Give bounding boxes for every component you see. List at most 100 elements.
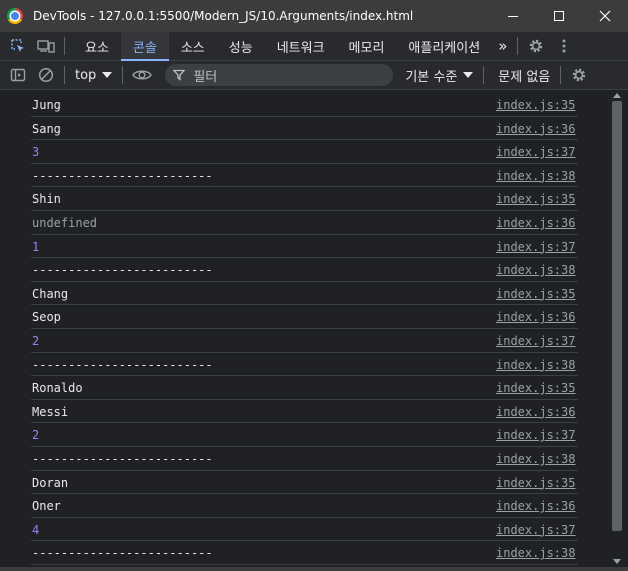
source-link[interactable]: index.js:35: [496, 192, 576, 206]
console-message-text: Messi: [32, 404, 69, 419]
caret-down-icon: [463, 72, 474, 78]
console-toolbar: top 필터 기본 수준 문제 없음: [0, 61, 628, 90]
inspect-element-button[interactable]: [4, 32, 32, 60]
maximize-button[interactable]: [536, 0, 582, 32]
console-message-text: 3: [32, 145, 40, 160]
tab-network[interactable]: 네트워크: [265, 32, 337, 60]
console-output: Jung index.js:35 Sang index.js:36 3 index.js:…: [0, 91, 608, 567]
console-message-text: 4: [32, 522, 40, 537]
more-tabs-button[interactable]: »: [492, 32, 513, 60]
console-message-row: ------------------------- index.js:38: [31, 258, 578, 282]
source-link[interactable]: index.js:36: [496, 216, 576, 230]
filter-input[interactable]: 필터: [165, 64, 394, 86]
console-scrollbar[interactable]: [610, 91, 626, 567]
scroll-down-icon[interactable]: [613, 559, 621, 564]
source-link[interactable]: index.js:38: [496, 169, 576, 183]
source-link[interactable]: index.js:37: [496, 428, 576, 442]
tab-application[interactable]: 애플리케이션: [396, 32, 492, 60]
window-title: DevTools - 127.0.0.1:5500/Modern_JS/10.A…: [33, 9, 414, 23]
console-message-text: 1: [32, 239, 40, 254]
source-link[interactable]: index.js:36: [496, 499, 576, 513]
source-link[interactable]: index.js:38: [496, 452, 576, 466]
device-toolbar-button[interactable]: [32, 32, 60, 60]
toolbar-divider: [64, 37, 65, 55]
filter-icon: [173, 69, 186, 81]
scrollbar-thumb[interactable]: [612, 101, 622, 531]
toolbar-divider: [560, 66, 562, 84]
maximize-icon: [554, 11, 564, 21]
source-link[interactable]: index.js:36: [496, 405, 576, 419]
context-label: top: [75, 67, 97, 83]
source-link[interactable]: index.js:37: [496, 240, 576, 254]
window-bottom-border: [0, 567, 628, 571]
filter-placeholder: 필터: [193, 69, 218, 85]
eye-icon: [132, 70, 153, 80]
chrome-icon: [7, 8, 23, 24]
more-options-button[interactable]: [550, 32, 578, 60]
console-message-row: 2 index.js:37: [31, 329, 578, 353]
tab-console[interactable]: 콘솔: [120, 32, 169, 61]
minimize-button[interactable]: [490, 0, 536, 32]
source-link[interactable]: index.js:36: [496, 122, 576, 136]
console-message-row: 1 index.js:37: [31, 235, 578, 259]
source-link[interactable]: index.js:35: [496, 98, 576, 112]
console-message-text: -------------------------: [32, 263, 213, 278]
tab-label: 성능: [228, 40, 253, 56]
source-link[interactable]: index.js:38: [496, 358, 576, 372]
close-icon: [599, 10, 611, 22]
console-message-text: Doran: [32, 475, 69, 490]
tab-label: 메모리: [348, 40, 385, 56]
toolbar-divider: [517, 37, 519, 55]
source-link[interactable]: index.js:35: [496, 287, 576, 301]
inspect-icon: [11, 39, 24, 52]
caret-down-icon: [102, 72, 113, 78]
context-selector[interactable]: top: [69, 68, 118, 83]
live-expression-button[interactable]: [127, 61, 157, 89]
console-message-row: Seop index.js:36: [31, 305, 578, 329]
devtools-tab-bar: 요소 콘솔 소스 성능 네트워크 메모리 애플리케이션 »: [0, 32, 628, 61]
console-message-text: 2: [32, 334, 40, 348]
title-bar: DevTools - 127.0.0.1:5500/Modern_JS/10.A…: [0, 0, 628, 32]
source-link[interactable]: index.js:38: [496, 546, 576, 560]
scroll-up-icon[interactable]: [613, 93, 621, 98]
console-message-row: ------------------------- index.js:38: [31, 447, 578, 471]
source-link[interactable]: index.js:37: [496, 334, 576, 348]
tab-elements[interactable]: 요소: [73, 32, 121, 60]
tab-memory[interactable]: 메모리: [337, 32, 397, 60]
console-message-row: 3 index.js:37: [31, 140, 578, 164]
console-message-row: Messi index.js:36: [31, 400, 578, 424]
source-link[interactable]: index.js:37: [496, 145, 576, 159]
tab-sources[interactable]: 소스: [169, 32, 217, 60]
log-levels-label: 기본 수준: [405, 69, 458, 85]
source-link[interactable]: index.js:38: [496, 263, 576, 277]
source-link[interactable]: index.js:35: [496, 381, 576, 395]
issues-label: 문제 없음: [498, 69, 551, 85]
console-message-text: Oner: [32, 499, 61, 514]
settings-button[interactable]: [522, 32, 550, 60]
source-link[interactable]: index.js:37: [496, 523, 576, 537]
block-icon: [38, 67, 54, 83]
tab-label: 요소: [85, 40, 109, 56]
console-message-text: Shin: [32, 192, 61, 207]
console-message-row: Chang index.js:35: [31, 282, 578, 306]
show-sidebar-button[interactable]: [4, 61, 32, 89]
issues-counter[interactable]: 문제 없음: [498, 66, 550, 85]
log-levels-dropdown[interactable]: 기본 수준: [405, 66, 474, 85]
tab-label: 콘솔: [132, 40, 157, 56]
clear-console-button[interactable]: [32, 61, 60, 89]
console-message-row: Shin index.js:35: [31, 187, 578, 211]
console-settings-button[interactable]: [565, 61, 593, 89]
console-message-row: 4 index.js:37: [31, 518, 578, 542]
console-message-text: Jung: [32, 98, 61, 112]
close-button[interactable]: [582, 0, 628, 32]
tab-performance[interactable]: 성능: [217, 32, 265, 60]
source-link[interactable]: index.js:35: [496, 476, 576, 490]
console-message-text: Sang: [32, 121, 61, 136]
sidebar-toggle-icon: [10, 68, 26, 82]
tab-label: 소스: [180, 40, 205, 56]
console-message-row: undefined index.js:36: [31, 211, 578, 235]
console-message-row: 2 index.js:37: [31, 423, 578, 447]
console-message-text: -------------------------: [32, 452, 213, 466]
source-link[interactable]: index.js:36: [496, 310, 576, 324]
console-message-text: Seop: [32, 310, 61, 325]
